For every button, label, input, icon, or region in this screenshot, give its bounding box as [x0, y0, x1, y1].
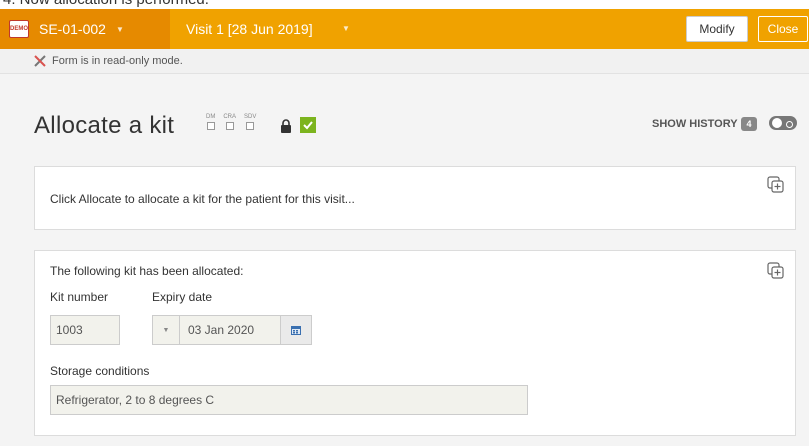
subject-selector[interactable]: DEMO SE-01-002 ▼ [0, 9, 170, 49]
flag-checkbox[interactable] [206, 122, 215, 130]
flag-checkbox[interactable] [246, 122, 255, 130]
show-history-label: SHOW HISTORY [652, 118, 738, 130]
kit-number-label: Kit number [50, 290, 109, 304]
pencil-crossed-icon [34, 55, 46, 67]
storage-conditions-label: Storage conditions [50, 364, 150, 378]
demo-badge: DEMO [9, 20, 29, 38]
review-flags: DM CRA SDV [206, 114, 256, 130]
flag-checkbox[interactable] [225, 122, 234, 130]
visit-selector[interactable]: Visit 1 [28 Jun 2019] [186, 21, 313, 37]
toggle-knob [772, 118, 782, 128]
chevron-down-icon[interactable]: ▼ [342, 24, 350, 33]
flag-cra[interactable]: CRA [223, 114, 236, 130]
expiry-date-field: ▼ 03 Jan 2020 [152, 315, 312, 345]
expiry-date-value: 03 Jan 2020 [188, 323, 255, 337]
subject-id: SE-01-002 [39, 21, 106, 37]
kit-number-field: 1003 [50, 315, 120, 345]
toggle-off-indicator [786, 121, 793, 128]
copy-add-icon[interactable] [767, 176, 785, 194]
readonly-notice: Form is in read-only mode. [0, 49, 809, 74]
history-count-badge: 4 [741, 117, 757, 131]
check-icon [300, 117, 316, 133]
chevron-down-icon[interactable]: ▼ [153, 316, 180, 344]
expiry-date-label: Expiry date [152, 290, 213, 304]
readonly-text: Form is in read-only mode. [52, 55, 183, 67]
flag-sdv[interactable]: SDV [244, 114, 256, 130]
chevron-down-icon: ▼ [115, 24, 124, 34]
modify-button[interactable]: Modify [686, 16, 748, 42]
allocated-intro-text: The following kit has been allocated: [50, 264, 244, 278]
lock-icon [281, 119, 291, 133]
page-title: Allocate a kit [34, 112, 175, 139]
calendar-icon[interactable] [280, 316, 311, 344]
flag-dm[interactable]: DM [206, 114, 215, 130]
previous-step-caption: 4. Now allocation is performed. [0, 0, 400, 9]
close-button[interactable]: Close [758, 16, 808, 42]
history-toggle[interactable] [769, 116, 797, 130]
storage-conditions-field: Refrigerator, 2 to 8 degrees C [50, 385, 528, 415]
allocate-instruction-panel: Click Allocate to allocate a kit for the… [34, 166, 796, 230]
allocate-instruction-text: Click Allocate to allocate a kit for the… [50, 192, 355, 206]
allocated-kit-panel: The following kit has been allocated: Ki… [34, 250, 796, 436]
copy-add-icon[interactable] [767, 262, 785, 280]
top-header-bar: DEMO SE-01-002 ▼ Visit 1 [28 Jun 2019] ▼… [0, 9, 809, 49]
